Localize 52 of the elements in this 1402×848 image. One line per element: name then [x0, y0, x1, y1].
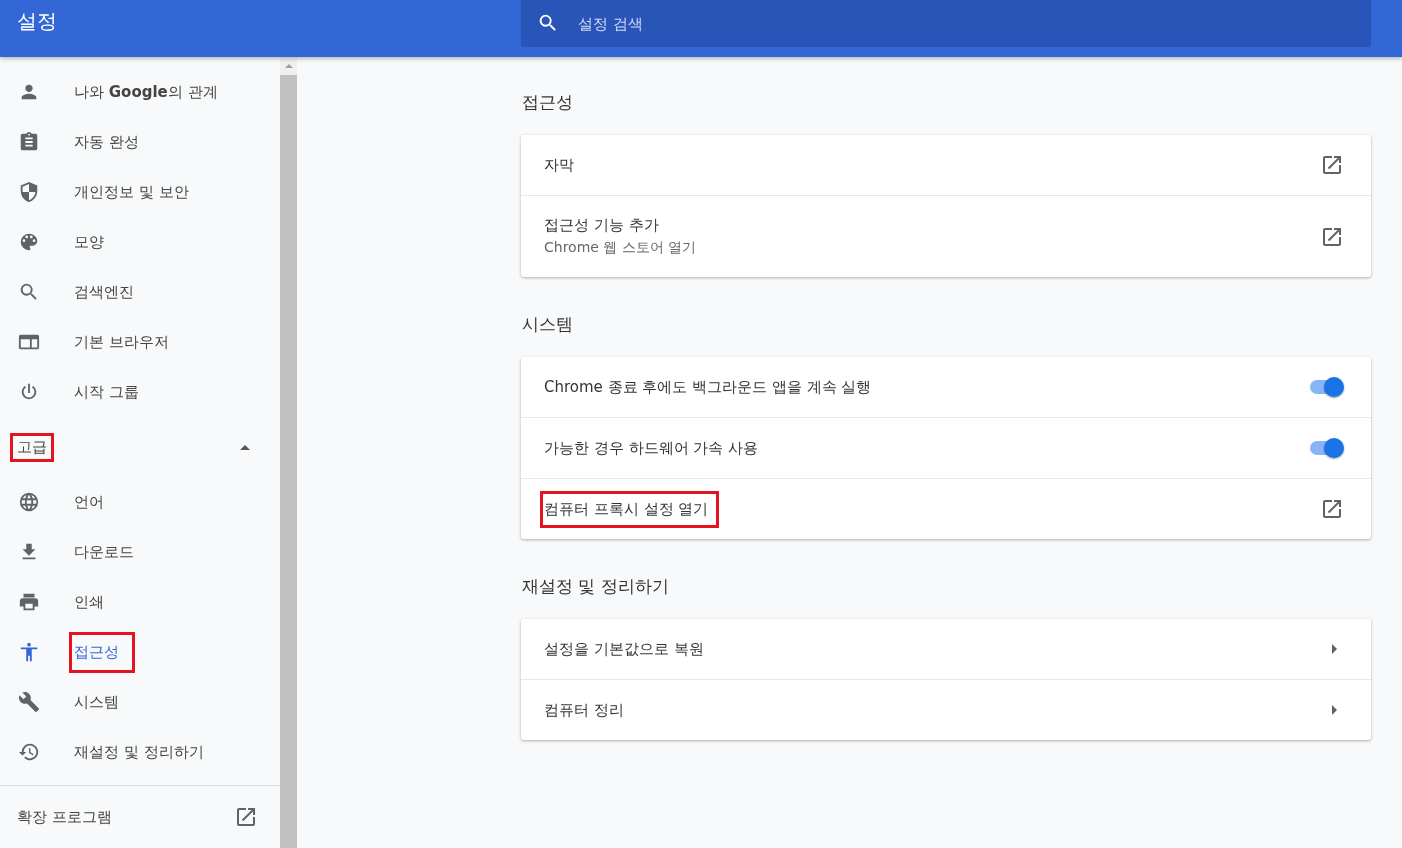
row-sublabel: Chrome 웹 스토어 열기: [544, 239, 697, 257]
section-title: 접근성: [522, 91, 574, 114]
sidebar-item[interactable]: 재설정 및 정리하기: [0, 727, 280, 777]
sidebar-item[interactable]: 검색엔진: [0, 267, 280, 317]
caret-icon: [240, 444, 250, 450]
scrollbar[interactable]: [280, 57, 297, 848]
sidebar-item[interactable]: 다운로드: [0, 527, 280, 577]
palette-icon: [18, 231, 40, 253]
sidebar-item[interactable]: 기본 브라우저: [0, 317, 280, 367]
shield-icon: [18, 181, 40, 203]
settings-row[interactable]: Chrome 종료 후에도 백그라운드 앱을 계속 실행: [521, 357, 1371, 417]
settings-row[interactable]: 자막: [521, 135, 1371, 195]
external-link-icon[interactable]: [1320, 153, 1344, 177]
chevron-right-icon[interactable]: [1332, 705, 1337, 715]
toggle-switch[interactable]: [1308, 377, 1344, 397]
sidebar-item[interactable]: 나와 Google의 관계: [0, 67, 280, 117]
search-icon: [18, 281, 40, 303]
row-label: 설정을 기본값으로 복원: [544, 639, 704, 659]
sidebar-item[interactable]: 자동 완성: [0, 117, 280, 167]
settings-row[interactable]: 가능한 경우 하드웨어 가속 사용: [521, 417, 1371, 478]
external-link-icon: [234, 805, 258, 829]
chevron-right-icon[interactable]: [1332, 644, 1337, 654]
settings-row[interactable]: 접근성 기능 추가 Chrome 웹 스토어 열기: [521, 195, 1371, 277]
row-label: 가능한 경우 하드웨어 가속 사용: [544, 438, 759, 458]
clipboard-icon: [18, 131, 40, 153]
row-label: 컴퓨터 정리: [544, 700, 624, 720]
page-title: 설정: [16, 8, 58, 35]
row-label: 컴퓨터 프록시 설정 열기: [544, 499, 709, 519]
history-icon: [18, 741, 40, 763]
sidebar-item[interactable]: 인쇄: [0, 577, 280, 627]
sidebar-item[interactable]: 개인정보 및 보안: [0, 167, 280, 217]
section-title: 재설정 및 정리하기: [522, 575, 670, 598]
settings-row[interactable]: 컴퓨터 정리: [521, 679, 1371, 740]
sidebar-item[interactable]: 접근성: [0, 627, 280, 677]
wrench-icon: [18, 691, 40, 713]
toggle-switch[interactable]: [1308, 438, 1344, 458]
sidebar-item[interactable]: 언어: [0, 477, 280, 527]
sidebar-item[interactable]: 모양: [0, 217, 280, 267]
sidebar-item[interactable]: 시작 그룹: [0, 367, 280, 417]
accessibility-icon: [18, 641, 40, 663]
advanced-toggle[interactable]: 고급: [0, 417, 280, 477]
row-label: Chrome 종료 후에도 백그라운드 앱을 계속 실행: [544, 377, 872, 397]
row-label: 자막: [544, 155, 574, 175]
settings-row[interactable]: 설정을 기본값으로 복원: [521, 619, 1371, 679]
printer-icon: [18, 591, 40, 613]
external-link-icon[interactable]: [1320, 497, 1344, 521]
sidebar-item[interactable]: 시스템: [0, 677, 280, 727]
row-label: 접근성 기능 추가: [544, 216, 660, 235]
globe-icon: [18, 491, 40, 513]
search-field[interactable]: 설정 검색: [521, 0, 1371, 47]
section-title: 시스템: [522, 313, 574, 336]
settings-row[interactable]: 컴퓨터 프록시 설정 열기: [521, 478, 1371, 539]
